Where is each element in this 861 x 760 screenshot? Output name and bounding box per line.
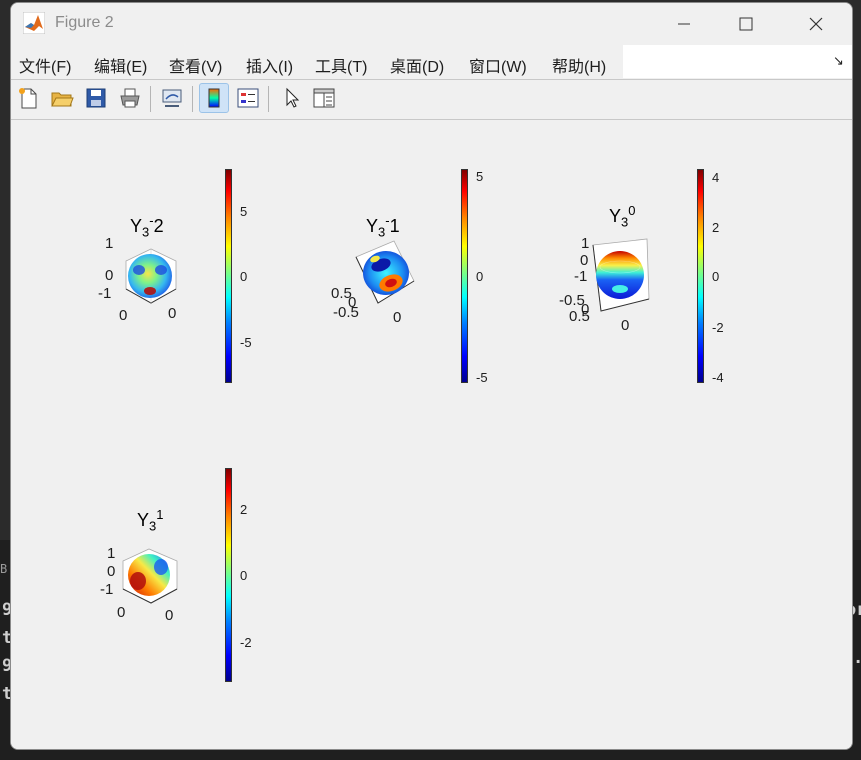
axis-tick-label: 0 <box>119 307 128 324</box>
axis-tick-label: 0 <box>105 267 114 284</box>
axis-tick-label: 0 <box>621 317 630 334</box>
axis-tick-label: 0 <box>117 604 126 621</box>
open-file-icon <box>51 92 74 107</box>
menu-tools[interactable]: 工具(T) <box>315 53 367 77</box>
axis-tick-label: 0 <box>165 607 174 624</box>
colorbar-tick: 0 <box>712 269 720 284</box>
insert-colorbar-button[interactable] <box>199 83 229 113</box>
menu-desktop[interactable]: 桌面(D) <box>390 53 444 77</box>
axis-tick-label: -1 <box>98 285 112 302</box>
save-button[interactable] <box>81 83 111 113</box>
axes-y3-m2 <box>125 248 177 304</box>
axis-tick-label: 0 <box>107 563 116 580</box>
minimize-icon <box>678 23 690 25</box>
axis-tick-label: 0 <box>580 252 589 269</box>
matlab-logo-icon <box>23 12 45 34</box>
menu-edit[interactable]: 编辑(E) <box>94 53 147 77</box>
colorbar-icon <box>208 88 220 108</box>
menu-bar: 文件(F) 编辑(E) 查看(V) 插入(I) 工具(T) 桌面(D) 窗口(W… <box>11 45 623 78</box>
axis-tick-label: 0.5 <box>569 308 590 325</box>
property-inspector-icon <box>313 88 335 108</box>
colorbar <box>461 169 468 383</box>
save-icon <box>86 88 106 108</box>
new-figure-button[interactable] <box>13 83 43 113</box>
colorbar-tick: 4 <box>712 170 720 185</box>
figure-window: Figure 2 文件(F) 编辑(E) 查看(V) 插入(I) 工具(T) 桌… <box>10 2 853 750</box>
axis-tick-label: 1 <box>581 235 590 252</box>
colorbar-tick: 0 <box>240 269 248 284</box>
title-bar[interactable]: Figure 2 <box>11 3 852 43</box>
close-button[interactable] <box>793 9 839 39</box>
open-file-button[interactable] <box>47 83 77 113</box>
toolbar-separator <box>150 86 151 112</box>
axes-y3-1 <box>122 548 178 604</box>
colorbar-tick: 2 <box>712 220 720 235</box>
axis-tick-label: -1 <box>100 581 114 598</box>
colorbar <box>225 468 232 682</box>
link-plot-button[interactable] <box>157 83 187 113</box>
plot-title: Y31 <box>137 507 164 534</box>
maximize-button[interactable] <box>723 9 769 39</box>
plot-title: Y3-1 <box>366 213 400 240</box>
menu-insert[interactable]: 插入(I) <box>246 53 293 77</box>
property-inspector-button[interactable] <box>309 83 339 113</box>
axis-tick-label: -0.5 <box>333 304 359 321</box>
axis-tick-label: -1 <box>574 268 588 285</box>
colorbar <box>697 169 704 383</box>
legend-icon <box>237 88 259 108</box>
print-button[interactable] <box>115 83 145 113</box>
colorbar-tick: -5 <box>240 335 252 350</box>
menu-help[interactable]: 帮助(H) <box>552 53 606 77</box>
colorbar-tick: 5 <box>476 169 484 184</box>
insert-legend-button[interactable] <box>233 83 263 113</box>
window-title: Figure 2 <box>55 14 114 31</box>
menu-overflow-arrow-icon[interactable]: ↘ <box>833 53 844 69</box>
link-plot-icon <box>162 89 182 107</box>
axes-y3-m1 <box>355 240 415 304</box>
menu-bar-spacer <box>623 45 852 78</box>
menu-file[interactable]: 文件(F) <box>19 53 71 77</box>
colorbar-tick: 2 <box>240 502 248 517</box>
close-icon <box>809 17 823 31</box>
toolbar-divider <box>11 119 852 120</box>
minimize-button[interactable] <box>661 9 707 39</box>
edit-plot-button[interactable] <box>277 83 307 113</box>
colorbar-tick: -4 <box>712 370 724 385</box>
plot-title: Y30 <box>609 203 636 230</box>
axis-tick-label: 0 <box>393 309 402 326</box>
menu-view[interactable]: 查看(V) <box>169 53 222 77</box>
colorbar-tick: -2 <box>712 320 724 335</box>
colorbar-tick: 0 <box>476 269 484 284</box>
axis-tick-label: 1 <box>107 545 116 562</box>
colorbar-tick: -5 <box>476 370 488 385</box>
background-line-right: . <box>853 648 861 668</box>
figure-toolbar <box>11 80 852 118</box>
axes-y3-0 <box>592 238 650 312</box>
figure-canvas[interactable]: Y3-2 1 0 -1 0 0 5 0 -5 Y3-1 0.5 0 -0.5 0… <box>11 121 852 749</box>
background-tab-stub: B <box>0 562 8 576</box>
menu-window[interactable]: 窗口(W) <box>469 53 527 77</box>
toolbar-separator <box>268 86 269 112</box>
colorbar-tick: -2 <box>240 635 252 650</box>
print-icon <box>120 88 140 108</box>
axis-tick-label: 1 <box>105 235 114 252</box>
colorbar-tick: 5 <box>240 204 248 219</box>
axis-tick-label: 0 <box>168 305 177 322</box>
plot-title: Y3-2 <box>130 213 164 240</box>
toolbar-separator <box>192 86 193 112</box>
colorbar-tick: 0 <box>240 568 248 583</box>
colorbar <box>225 169 232 383</box>
new-figure-icon <box>19 88 37 109</box>
pointer-icon <box>286 87 300 108</box>
maximize-icon <box>739 17 753 31</box>
